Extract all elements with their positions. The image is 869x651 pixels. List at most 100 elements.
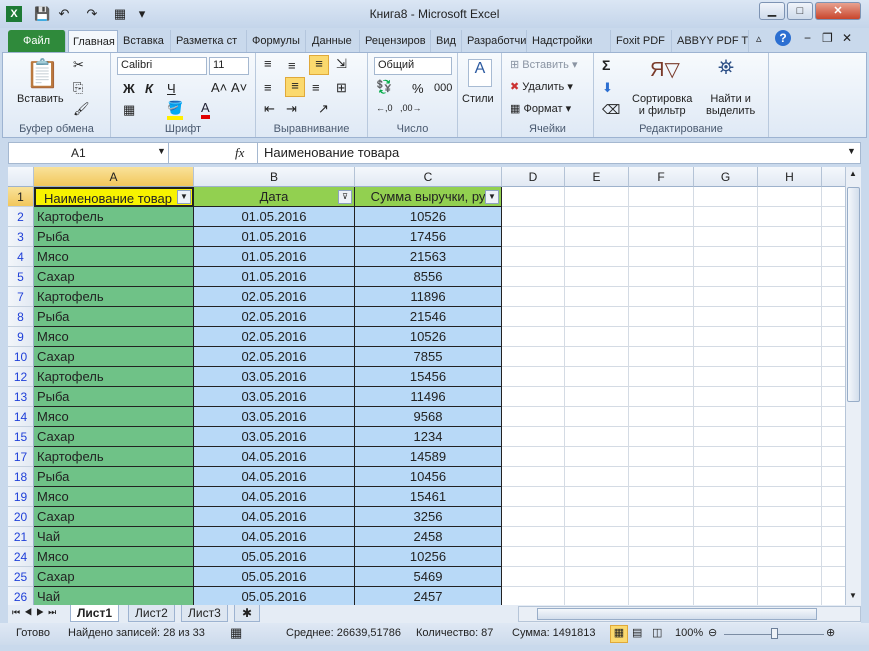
cell-c[interactable]: 5469 [355,567,502,587]
italic-button[interactable]: К [145,81,153,96]
sort-filter-icon[interactable]: Я▽ [650,57,680,82]
cell-a[interactable]: Рыба [34,467,194,487]
cell-b[interactable]: 04.05.2016 [194,447,355,467]
cell-c[interactable]: 3256 [355,507,502,527]
copy-icon[interactable]: ⎘ [73,80,83,96]
tab-4[interactable]: Формулы [248,30,306,52]
cut-icon[interactable]: ✂ [73,57,84,73]
column-header-I[interactable]: I [822,167,845,187]
help-icon[interactable]: ? [775,30,791,46]
align-bottom-icon[interactable]: ≡ [309,55,329,75]
cell-a[interactable]: Рыба [34,307,194,327]
orientation-icon[interactable]: ↗ [318,101,329,117]
row-header[interactable]: 19 [8,487,34,507]
cell-a[interactable]: Мясо [34,487,194,507]
row-header[interactable]: 10 [8,347,34,367]
zoom-slider-thumb[interactable] [771,628,778,639]
format-cells-button[interactable]: ▦ Формат ▾ [510,102,571,115]
cell-a[interactable]: Картофель [34,207,194,227]
row-header[interactable]: 5 [8,267,34,287]
page-layout-view-icon[interactable]: ▤ [632,626,642,639]
row-header[interactable]: 2 [8,207,34,227]
insert-sheet-icon[interactable]: ✱ [234,605,260,622]
column-header-H[interactable]: H [758,167,822,187]
zoom-in-icon[interactable]: ⊕ [826,626,835,639]
cell-c[interactable]: 10456 [355,467,502,487]
cell-c[interactable]: 11896 [355,287,502,307]
cell-c[interactable]: 10526 [355,207,502,227]
cell-b[interactable]: 03.05.2016 [194,407,355,427]
row-header[interactable]: 25 [8,567,34,587]
find-select-button[interactable]: Найти и выделить [706,93,755,117]
sheet-tab-2[interactable]: Лист2 [128,605,175,622]
row-header[interactable]: 17 [8,447,34,467]
align-center-icon[interactable]: ≡ [285,77,305,97]
sheet-nav-icon[interactable]: ⏮◀▶⏭ [12,607,60,618]
row-header[interactable]: 20 [8,507,34,527]
format-painter-icon[interactable]: 🖌 [73,101,90,117]
normal-view-icon[interactable]: ▦ [610,625,628,643]
delete-cells-button[interactable]: ✖ Удалить ▾ [510,80,573,93]
cell-b[interactable]: 03.05.2016 [194,387,355,407]
cell-c[interactable]: 9568 [355,407,502,427]
expand-formula-icon[interactable]: ▼ [847,146,856,156]
macro-record-icon[interactable]: ▦ [230,625,242,641]
row-header[interactable]: 26 [8,587,34,605]
tab-9[interactable]: Надстройки [528,30,611,52]
zoom-out-icon[interactable]: ⊖ [708,626,717,639]
cell-a[interactable]: Чай [34,527,194,547]
cell-b[interactable]: 02.05.2016 [194,327,355,347]
cell-c[interactable]: 10256 [355,547,502,567]
cell-a[interactable]: Мясо [34,547,194,567]
close-button[interactable]: ✕ [815,2,861,20]
cell-b[interactable]: 02.05.2016 [194,307,355,327]
cell-b[interactable]: 04.05.2016 [194,507,355,527]
row-header[interactable]: 8 [8,307,34,327]
vertical-scrollbar[interactable]: ▲ ▼ [845,167,861,605]
row-header[interactable]: 7 [8,287,34,307]
sheet-tab-1[interactable]: Лист1 [70,605,120,622]
cell-c[interactable]: 7855 [355,347,502,367]
header-cell-a[interactable]: Наименование товар [34,187,194,207]
cell-b[interactable]: 05.05.2016 [194,547,355,567]
cell-a[interactable]: Рыба [34,387,194,407]
minimize-button[interactable]: ▁ [759,2,785,20]
styles-icon[interactable]: A [468,59,492,87]
row-header[interactable]: 1 [8,187,34,207]
merge-center-icon[interactable]: ⊞ [336,80,347,96]
scroll-up-icon[interactable]: ▲ [849,169,857,178]
row-header[interactable]: 9 [8,327,34,347]
bold-button[interactable]: Ж [123,81,135,96]
tab-6[interactable]: Рецензиров [361,30,431,52]
cell-a[interactable]: Сахар [34,427,194,447]
borders-icon[interactable]: ▦ [123,102,135,118]
column-header-C[interactable]: C [355,167,502,187]
cell-a[interactable]: Сахар [34,507,194,527]
cell-c[interactable]: 15456 [355,367,502,387]
filter-dropdown-icon[interactable]: ▼ [485,190,499,204]
scroll-down-icon[interactable]: ▼ [849,591,857,600]
column-header-B[interactable]: B [194,167,355,187]
cell-c[interactable]: 21563 [355,247,502,267]
filter-dropdown-icon[interactable]: ▼ [177,190,191,204]
cell-b[interactable]: 05.05.2016 [194,587,355,605]
cell-a[interactable]: Мясо [34,247,194,267]
row-header[interactable]: 14 [8,407,34,427]
cell-b[interactable]: 02.05.2016 [194,347,355,367]
row-header[interactable]: 13 [8,387,34,407]
cell-b[interactable]: 03.05.2016 [194,427,355,447]
cell-a[interactable]: Картофель [34,367,194,387]
filter-dropdown-icon[interactable]: ⊽ [338,190,352,204]
cell-b[interactable]: 04.05.2016 [194,487,355,507]
header-cell-b[interactable]: Дата [194,187,355,207]
cell-c[interactable]: 8556 [355,267,502,287]
tab-0[interactable]: Файл [8,30,66,52]
row-header[interactable]: 4 [8,247,34,267]
currency-icon[interactable]: 💱 [376,79,392,95]
number-format-combo[interactable]: Общий [374,57,452,75]
font-size-combo[interactable]: 11 [209,57,249,75]
cell-c[interactable]: 21546 [355,307,502,327]
increase-font-icon[interactable]: A˄ [211,80,227,95]
tab-11[interactable]: ABBYY PDF T [673,30,749,52]
column-header-D[interactable]: D [502,167,565,187]
